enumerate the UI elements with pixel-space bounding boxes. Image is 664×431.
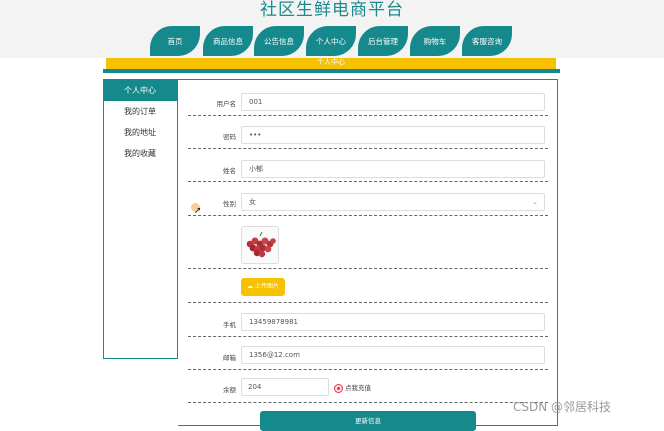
row-divider bbox=[188, 302, 548, 303]
name-input[interactable]: 小郁 bbox=[241, 160, 545, 178]
site-title: 社区生鲜电商平台 bbox=[260, 0, 404, 20]
row-divider bbox=[188, 268, 548, 269]
row-divider bbox=[188, 181, 548, 182]
balance-input[interactable]: 204 bbox=[241, 378, 329, 396]
row-divider bbox=[188, 215, 548, 216]
watermark: CSDN @邻居科技 bbox=[513, 400, 612, 414]
password-label: 密码 bbox=[223, 133, 236, 141]
sidebar: 个人中心 我的订单 我的地址 我的收藏 bbox=[103, 79, 178, 359]
username-label: 用户名 bbox=[216, 100, 237, 108]
name-label: 姓名 bbox=[223, 167, 236, 175]
sidebar-item-my-favorites[interactable]: 我的收藏 bbox=[104, 143, 177, 164]
recharge-icon bbox=[334, 383, 343, 393]
row-divider bbox=[188, 369, 548, 370]
avatar-image bbox=[241, 226, 279, 264]
gender-value: 女 bbox=[249, 198, 256, 206]
update-info-button[interactable]: 更新信息 bbox=[260, 411, 476, 431]
recharge-label: 点我充值 bbox=[345, 384, 371, 392]
row-divider bbox=[188, 148, 548, 149]
mouse-cursor-icon: ➚ bbox=[194, 206, 202, 216]
email-label: 邮箱 bbox=[223, 354, 236, 362]
section-banner-title: 个人中心 bbox=[317, 58, 345, 66]
section-divider bbox=[103, 69, 560, 73]
cloud-upload-icon: ☁ bbox=[247, 283, 255, 290]
sidebar-item-my-addresses[interactable]: 我的地址 bbox=[104, 122, 177, 143]
phone-input[interactable]: 13459878981 bbox=[241, 313, 545, 331]
upload-image-button[interactable]: ☁ 上传图片 bbox=[241, 278, 285, 296]
grapes-image bbox=[242, 227, 278, 263]
upload-button-label: 上传图片 bbox=[254, 283, 279, 290]
password-input[interactable]: ••• bbox=[241, 126, 545, 144]
gender-select[interactable]: 女 ⌄ bbox=[241, 193, 545, 211]
row-divider bbox=[188, 336, 548, 337]
row-divider bbox=[188, 115, 548, 116]
balance-label: 余额 bbox=[223, 386, 236, 394]
email-input[interactable]: 1356@12.com bbox=[241, 346, 545, 364]
phone-label: 手机 bbox=[223, 321, 236, 329]
sidebar-item-personal-center[interactable]: 个人中心 bbox=[104, 80, 177, 101]
sidebar-item-my-orders[interactable]: 我的订单 bbox=[104, 101, 177, 122]
chevron-down-icon: ⌄ bbox=[532, 198, 538, 206]
username-input[interactable]: 001 bbox=[241, 93, 545, 111]
recharge-link[interactable]: 点我充值 bbox=[334, 382, 371, 393]
row-divider bbox=[188, 402, 548, 403]
